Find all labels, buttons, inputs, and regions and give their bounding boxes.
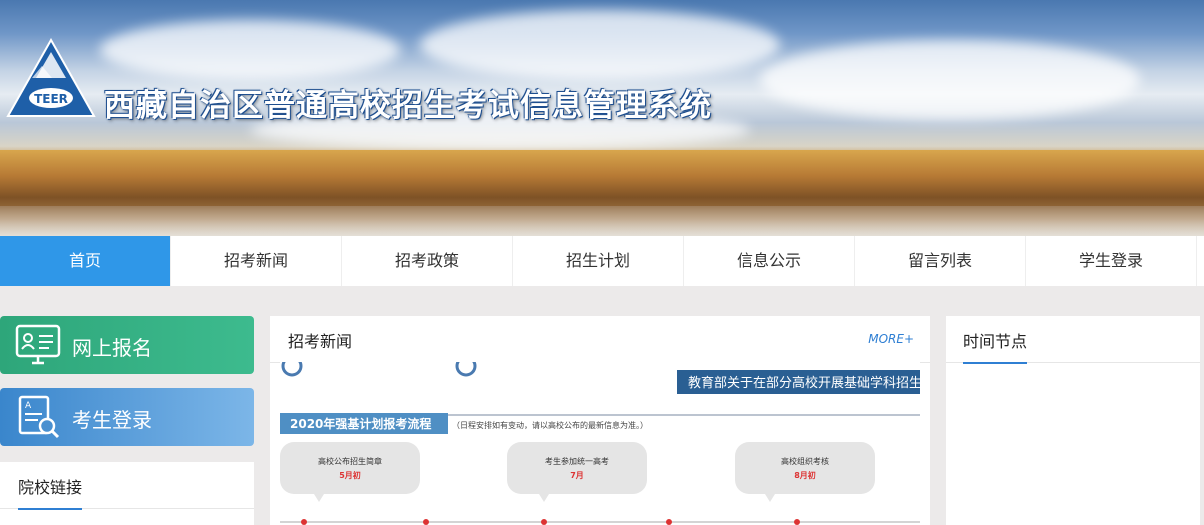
cloud [420,10,780,80]
headline-text: 教育部关于在部分高校开展基础学科招生改革 [688,375,920,391]
svg-text:A: A [25,401,32,411]
computer-form-icon [15,324,61,365]
main-nav: 首页 招考新闻 招考政策 招生计划 信息公示 留言列表 学生登录 [0,236,1204,286]
cloud [100,20,400,80]
nav-plan[interactable]: 招生计划 [513,236,684,286]
step-pointer [314,494,324,502]
site-title: 西藏自治区普通高校招生考试信息管理系统 [104,88,712,124]
news-graphic: 教育部关于在部分高校开展基础学科招生改革 2020年强基计划报考流程 （日程安排… [280,362,920,525]
institution-links-title[interactable]: 院校链接 [18,474,83,510]
logo-text: TEER [34,92,68,106]
flow-title: 2020年强基计划报考流程 [290,416,431,431]
nav-policy[interactable]: 招考政策 [342,236,513,286]
online-register-button[interactable]: 网上报名 [0,316,254,374]
timeline-dot [794,519,800,525]
step-date: 7月 [570,471,584,480]
step-label: 考生参加统一高考 [545,456,609,466]
timeline-dot [666,519,672,525]
document-search-icon: A [18,395,60,439]
timeline-dot [541,519,547,525]
nav-notice[interactable]: 信息公示 [684,236,855,286]
cloud [760,40,1140,120]
candidate-login-button[interactable]: A 考生登录 [0,388,254,446]
step-date: 5月初 [339,470,361,480]
nav-student-login[interactable]: 学生登录 [1026,236,1197,286]
nav-news[interactable]: 招考新闻 [171,236,342,286]
online-register-label: 网上报名 [72,336,152,360]
teer-logo: TEER [6,38,96,117]
institution-links-panel: 院校链接 [0,462,254,525]
time-nodes-title[interactable]: 时间节点 [963,328,1028,364]
timeline-dot [423,519,429,525]
panel-header: 时间节点 [946,316,1200,364]
step-pointer [539,494,549,502]
more-link[interactable]: MORE+ [868,332,914,346]
step-box [735,442,875,494]
step-box [280,442,420,494]
header-banner: TEER 西藏自治区普通高校招生考试信息管理系统 [0,0,1204,236]
step-pointer [765,494,775,502]
step-date: 8月初 [794,470,816,480]
timeline-dot [301,519,307,525]
deco-circle [281,362,303,377]
candidate-login-label: 考生登录 [72,408,152,432]
time-nodes-panel: 时间节点 [946,316,1200,525]
panel-header: 院校链接 [0,462,254,510]
landscape-water [0,206,1204,236]
news-title[interactable]: 招考新闻 [288,328,353,364]
flow-note: （日程安排如有变动，请以高校公布的最新信息为准。） [452,420,648,430]
news-image[interactable]: 教育部关于在部分高校开展基础学科招生改革 2020年强基计划报考流程 （日程安排… [280,362,920,525]
deco-circle [455,362,477,377]
nav-home[interactable]: 首页 [0,236,171,286]
step-label: 高校组织考核 [781,456,829,466]
step-label: 高校公布招生简章 [318,456,382,466]
step-box [507,442,647,494]
panel-header: 招考新闻 MORE+ [270,316,930,364]
nav-messages[interactable]: 留言列表 [855,236,1026,286]
